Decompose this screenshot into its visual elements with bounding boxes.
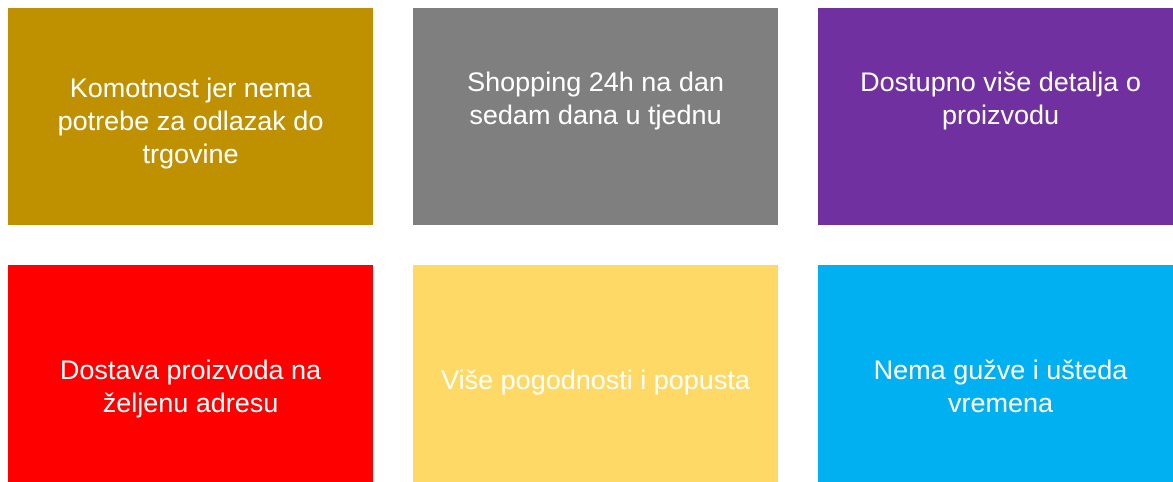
tile-label: Dostava proizvoda na željenu adresu <box>59 354 322 418</box>
tile-label: Komotnost jer nema potrebe za odlazak do… <box>57 73 324 169</box>
tile-delivery: Dostava proizvoda na željenu adresu <box>8 265 373 482</box>
tile-label: Nema gužve i ušteda vremena <box>873 354 1128 418</box>
tile-shopping-24h: Shopping 24h na dan sedam dana u tjednu <box>413 8 778 225</box>
tile-label: Više pogodnosti i popusta <box>441 365 750 396</box>
tile-label: Dostupno više detalja o proizvodu <box>860 66 1141 130</box>
tile-comfort: Komotnost jer nema potrebe za odlazak do… <box>8 8 373 225</box>
tile-product-details: Dostupno više detalja o proizvodu <box>818 8 1173 225</box>
tile-discounts: Više pogodnosti i popusta <box>413 265 778 482</box>
tile-no-crowds: Nema gužve i ušteda vremena <box>818 265 1173 482</box>
tile-label: Shopping 24h na dan sedam dana u tjednu <box>467 66 724 130</box>
